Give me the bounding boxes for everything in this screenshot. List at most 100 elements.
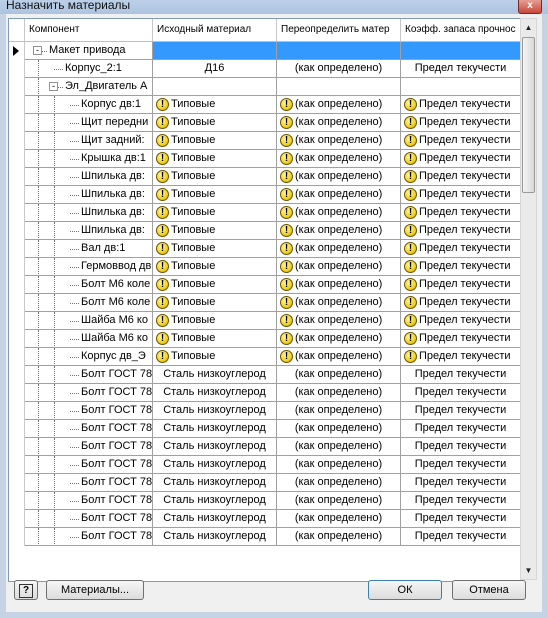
component-cell[interactable]: - Макет привода — [25, 42, 153, 60]
original-material-cell[interactable]: ! Типовые — [153, 276, 277, 294]
component-cell[interactable]: Шпилька дв: — [25, 204, 153, 222]
table-row[interactable]: Болт ГОСТ 78 Сталь низкоуглерод (как опред… — [9, 402, 521, 420]
original-material-cell[interactable]: ! Типовые — [153, 132, 277, 150]
original-material-cell[interactable]: ! Типовые — [153, 150, 277, 168]
override-material-cell[interactable] — [277, 78, 401, 96]
table-row[interactable]: Щит передни! Типовые! (как определено)! Пре… — [9, 114, 521, 132]
safety-factor-cell[interactable]: Предел текучести — [401, 492, 521, 510]
component-cell[interactable]: Болт ГОСТ 78 — [25, 474, 153, 492]
row-selector[interactable] — [9, 312, 25, 330]
table-row[interactable]: - Эл_Двигатель А — [9, 78, 521, 96]
row-selector[interactable] — [9, 60, 25, 78]
table-row[interactable]: - Макет привода — [9, 42, 521, 60]
component-cell[interactable]: Шпилька дв: — [25, 222, 153, 240]
override-material-cell[interactable]: (как определено) — [277, 402, 401, 420]
component-cell[interactable]: Корпус_2:1 — [25, 60, 153, 78]
table-row[interactable]: Шпилька дв:! Типовые! (как определено)! Пре… — [9, 186, 521, 204]
row-selector[interactable] — [9, 348, 25, 366]
safety-factor-cell[interactable]: Предел текучести — [401, 456, 521, 474]
override-material-cell[interactable] — [277, 42, 401, 60]
safety-factor-cell[interactable]: ! Предел текучести — [401, 240, 521, 258]
table-row[interactable]: Болт ГОСТ 78 Сталь низкоуглерод (как опред… — [9, 492, 521, 510]
override-material-cell[interactable]: ! (как определено) — [277, 294, 401, 312]
row-selector[interactable] — [9, 78, 25, 96]
original-material-cell[interactable]: ! Типовые — [153, 258, 277, 276]
original-material-cell[interactable]: Сталь низкоуглерод — [153, 492, 277, 510]
component-cell[interactable]: Шайба М6 ко — [25, 312, 153, 330]
column-header-safety-factor[interactable]: Коэфф. запаса прочнос — [401, 19, 521, 41]
table-row[interactable]: Болт М6 коле! Типовые! (как определено)! Пр… — [9, 294, 521, 312]
original-material-cell[interactable]: ! Типовые — [153, 330, 277, 348]
safety-factor-cell[interactable]: ! Предел текучести — [401, 258, 521, 276]
component-cell[interactable]: - Эл_Двигатель А — [25, 78, 153, 96]
collapse-toggle-icon[interactable]: - — [49, 82, 58, 91]
row-selector[interactable] — [9, 330, 25, 348]
table-row[interactable]: Болт М6 коле! Типовые! (как определено)! Пр… — [9, 276, 521, 294]
materials-button[interactable]: Материалы... — [46, 580, 144, 600]
table-row[interactable]: Крышка дв:1! Типовые! (как определено)! Пре… — [9, 150, 521, 168]
override-material-cell[interactable]: ! (как определено) — [277, 204, 401, 222]
row-selector[interactable] — [9, 204, 25, 222]
original-material-cell[interactable]: Сталь низкоуглерод — [153, 510, 277, 528]
override-material-cell[interactable]: ! (как определено) — [277, 312, 401, 330]
component-cell[interactable]: Болт ГОСТ 78 — [25, 366, 153, 384]
original-material-cell[interactable] — [153, 78, 277, 96]
component-cell[interactable]: Шпилька дв: — [25, 186, 153, 204]
table-row[interactable]: Шпилька дв:! Типовые! (как определено)! Пре… — [9, 204, 521, 222]
table-row[interactable]: Болт ГОСТ 78 Сталь низкоуглерод (как опред… — [9, 384, 521, 402]
override-material-cell[interactable]: (как определено) — [277, 366, 401, 384]
row-selector[interactable] — [9, 42, 25, 60]
override-material-cell[interactable]: ! (как определено) — [277, 330, 401, 348]
row-selector[interactable] — [9, 402, 25, 420]
safety-factor-cell[interactable] — [401, 42, 521, 60]
component-cell[interactable]: Болт ГОСТ 78 — [25, 402, 153, 420]
table-row[interactable]: Болт ГОСТ 78 Сталь низкоуглерод (как опред… — [9, 510, 521, 528]
row-selector[interactable] — [9, 510, 25, 528]
override-material-cell[interactable]: ! (как определено) — [277, 240, 401, 258]
safety-factor-cell[interactable]: Предел текучести — [401, 420, 521, 438]
original-material-cell[interactable]: Сталь низкоуглерод — [153, 366, 277, 384]
override-material-cell[interactable]: ! (как определено) — [277, 150, 401, 168]
component-cell[interactable]: Болт ГОСТ 78 — [25, 528, 153, 546]
override-material-cell[interactable]: (как определено) — [277, 60, 401, 78]
original-material-cell[interactable]: Сталь низкоуглерод — [153, 402, 277, 420]
original-material-cell[interactable]: ! Типовые — [153, 240, 277, 258]
safety-factor-cell[interactable]: Предел текучести — [401, 510, 521, 528]
original-material-cell[interactable]: ! Типовые — [153, 168, 277, 186]
component-cell[interactable]: Корпус дв:1 — [25, 96, 153, 114]
original-material-cell[interactable]: ! Типовые — [153, 348, 277, 366]
override-material-cell[interactable]: (как определено) — [277, 456, 401, 474]
safety-factor-cell[interactable]: Предел текучести — [401, 384, 521, 402]
original-material-cell[interactable]: Д16 — [153, 60, 277, 78]
original-material-cell[interactable] — [153, 42, 277, 60]
safety-factor-cell[interactable]: ! Предел текучести — [401, 186, 521, 204]
table-row[interactable]: Вал дв:1! Типовые! (как определено)! Предел… — [9, 240, 521, 258]
row-selector[interactable] — [9, 438, 25, 456]
original-material-cell[interactable]: ! Типовые — [153, 294, 277, 312]
override-material-cell[interactable]: ! (как определено) — [277, 96, 401, 114]
original-material-cell[interactable]: ! Типовые — [153, 222, 277, 240]
component-cell[interactable]: Болт ГОСТ 78 — [25, 420, 153, 438]
column-header-component[interactable]: Компонент — [25, 19, 153, 41]
table-row[interactable]: Шайба М6 ко! Типовые! (как определено)! Пре… — [9, 312, 521, 330]
row-selector[interactable] — [9, 114, 25, 132]
original-material-cell[interactable]: ! Типовые — [153, 96, 277, 114]
table-row[interactable]: Болт ГОСТ 78 Сталь низкоуглерод (как опред… — [9, 474, 521, 492]
ok-button[interactable]: ОК — [368, 580, 442, 600]
row-selector[interactable] — [9, 168, 25, 186]
safety-factor-cell[interactable]: ! Предел текучести — [401, 150, 521, 168]
table-row[interactable]: Болт ГОСТ 78 Сталь низкоуглерод (как опред… — [9, 438, 521, 456]
safety-factor-cell[interactable]: ! Предел текучести — [401, 222, 521, 240]
table-row[interactable]: Щит задний:! Типовые! (как определено)! Пре… — [9, 132, 521, 150]
override-material-cell[interactable]: (как определено) — [277, 510, 401, 528]
component-cell[interactable]: Вал дв:1 — [25, 240, 153, 258]
component-cell[interactable]: Щит передни — [25, 114, 153, 132]
safety-factor-cell[interactable]: ! Предел текучести — [401, 294, 521, 312]
override-material-cell[interactable]: ! (как определено) — [277, 114, 401, 132]
safety-factor-cell[interactable]: ! Предел текучести — [401, 114, 521, 132]
table-row[interactable]: Шпилька дв:! Типовые! (как определено)! Пре… — [9, 168, 521, 186]
table-row[interactable]: Болт ГОСТ 78 Сталь низкоуглерод (как опред… — [9, 456, 521, 474]
original-material-cell[interactable]: ! Типовые — [153, 186, 277, 204]
row-selector[interactable] — [9, 222, 25, 240]
override-material-cell[interactable]: (как определено) — [277, 384, 401, 402]
